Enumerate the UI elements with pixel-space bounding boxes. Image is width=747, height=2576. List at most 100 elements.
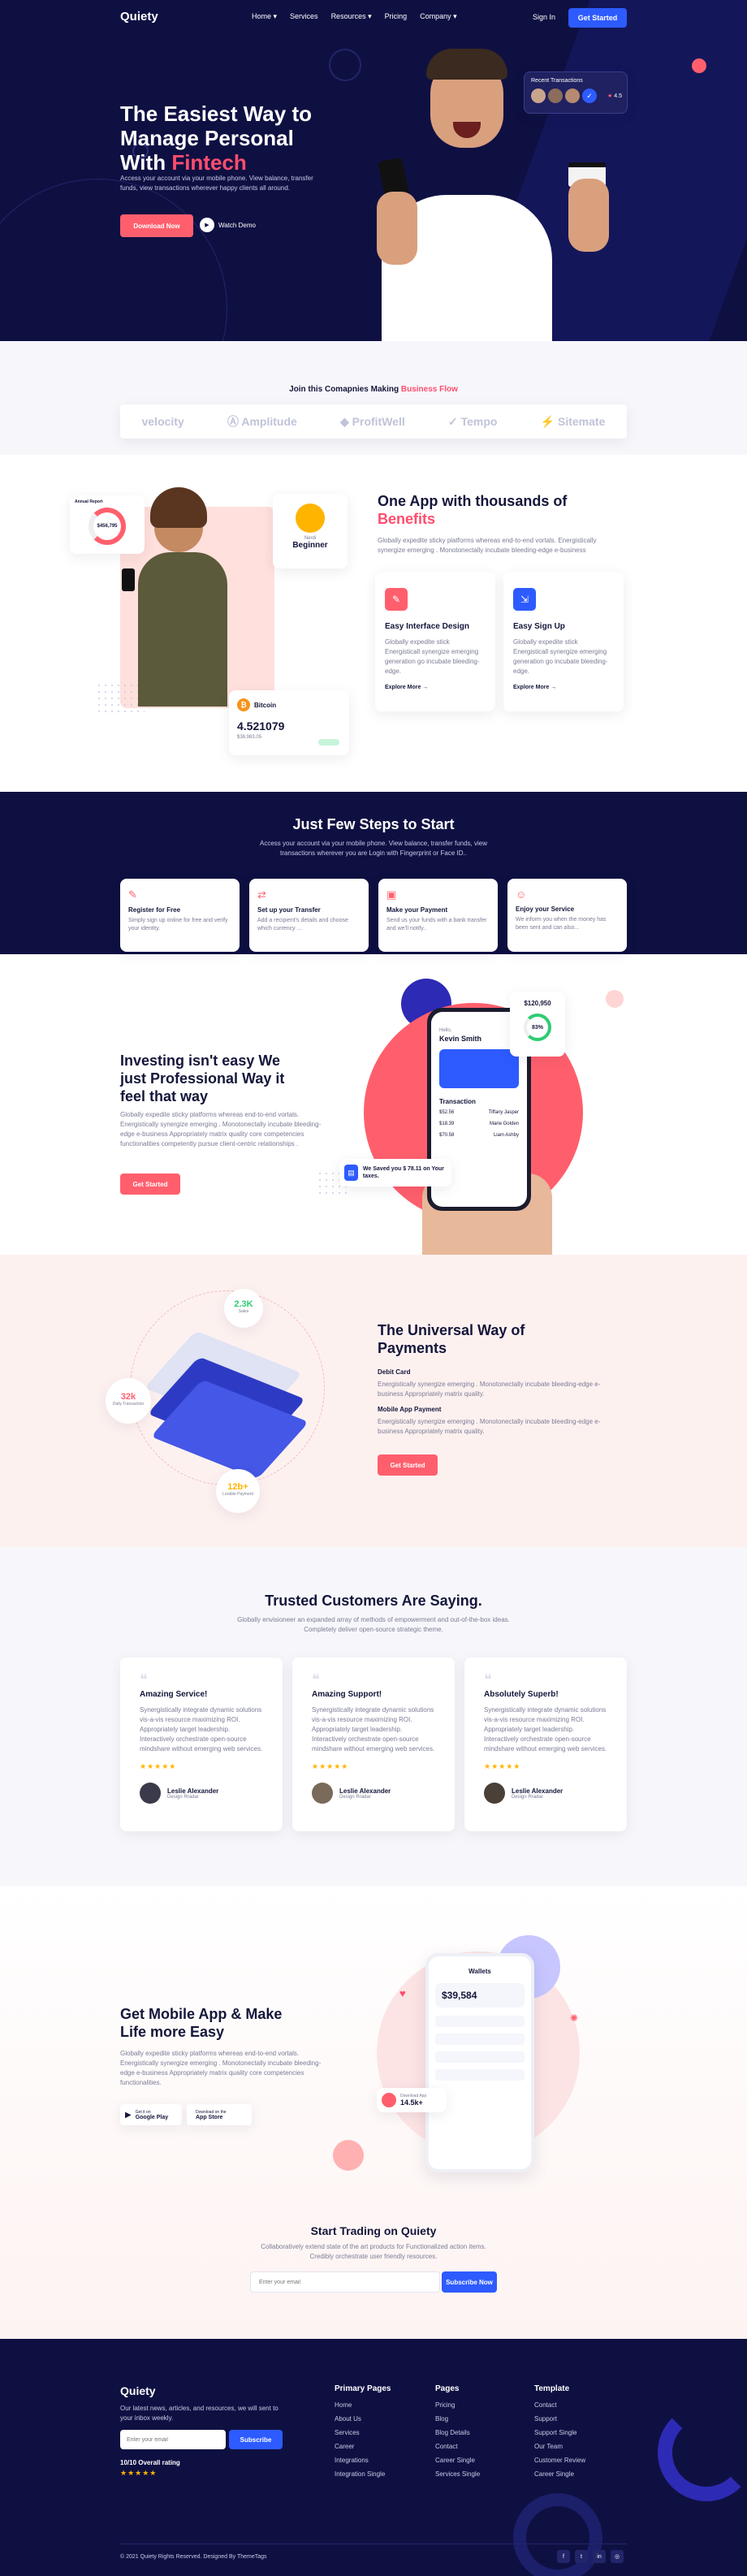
mobile-payment-subtitle: Mobile App Payment bbox=[378, 1406, 442, 1413]
menu-resources[interactable]: Resources ▾ bbox=[331, 12, 372, 21]
avatar bbox=[312, 1783, 333, 1804]
app-store-button[interactable]: Download on the App Store bbox=[187, 2104, 252, 2125]
invest-get-started-button[interactable]: Get Started bbox=[120, 1173, 180, 1195]
twitter-icon[interactable]: t bbox=[575, 2550, 588, 2563]
explore-more-link[interactable]: Explore More → bbox=[513, 685, 614, 690]
payments-get-started-button[interactable]: Get Started bbox=[378, 1454, 438, 1476]
steps-bottom bbox=[0, 954, 747, 979]
woman-hair-illustration bbox=[150, 487, 207, 528]
quote-icon: ❝ bbox=[484, 1671, 492, 1688]
top-nav: Quiety Home ▾ Services Resources ▾ Prici… bbox=[0, 0, 747, 36]
amplitude-logo: Ⓐ Amplitude bbox=[227, 415, 297, 428]
footer-arc-decor bbox=[658, 2404, 747, 2501]
star-icon: ★ bbox=[607, 93, 613, 99]
subscribe-now-button[interactable]: Subscribe Now bbox=[442, 2271, 497, 2293]
footer-link[interactable]: Our Team bbox=[534, 2443, 585, 2450]
bitcoin-card: ₿ Bitcoin 4.521079 $38,983.05 bbox=[229, 690, 349, 755]
feature-title: Easy Interface Design bbox=[385, 622, 469, 631]
footer-link[interactable]: Services Single bbox=[435, 2470, 480, 2478]
bitcoin-icon: ₿ bbox=[237, 698, 250, 711]
rating-badge: ★ 4.5 bbox=[607, 93, 622, 99]
pinwheel-icon: ✺ bbox=[570, 2012, 579, 2024]
debit-card-subtitle: Debit Card bbox=[378, 1368, 411, 1376]
google-play-button[interactable]: ▶ Get it on Google Play bbox=[120, 2104, 182, 2125]
menu-pricing[interactable]: Pricing bbox=[385, 12, 408, 21]
companies-title: Join this Comapnies Making Business Flow bbox=[289, 385, 458, 394]
footer-col-primary: Primary Pages Home About Us Services Car… bbox=[335, 2384, 391, 2484]
overall-rating: 10/10 Overall rating bbox=[120, 2459, 180, 2466]
register-icon: ✎ bbox=[128, 888, 137, 901]
hero-circle-decor bbox=[0, 179, 227, 341]
footer-link[interactable]: Contact bbox=[534, 2401, 585, 2409]
trading-email-input[interactable] bbox=[250, 2271, 440, 2293]
steps-cards-row: ✎ Register for Free Simply sign up onlin… bbox=[120, 879, 627, 952]
transaction-row: $70.58 Liam Ashby bbox=[439, 1133, 519, 1138]
phone-illustration bbox=[122, 568, 135, 591]
testimonial-card: ❝ Amazing Support! Synergistically integ… bbox=[292, 1658, 455, 1831]
quote-icon: ❝ bbox=[312, 1671, 320, 1688]
footer-link[interactable]: Customer Review bbox=[534, 2457, 585, 2464]
pink-circle-decor bbox=[333, 2140, 364, 2171]
velocity-logo: velocity bbox=[141, 415, 184, 428]
tempo-logo: ✓ Tempo bbox=[447, 414, 498, 428]
footer-link[interactable]: Home bbox=[335, 2401, 391, 2409]
get-started-button[interactable]: Get Started bbox=[568, 8, 627, 28]
author-role: Design Rradar bbox=[339, 1794, 371, 1800]
author-role: Design Rradar bbox=[167, 1794, 199, 1800]
footer-link[interactable]: Blog Details bbox=[435, 2429, 480, 2436]
feature-desc: Globally expedite stick Energisticall sy… bbox=[513, 638, 608, 675]
footer-link[interactable]: Support Single bbox=[534, 2429, 585, 2436]
coin-name: Bitcoin bbox=[254, 701, 277, 709]
level-card: Nerdi Beginner bbox=[273, 494, 348, 568]
footer-description: Our latest news, articles, and resources… bbox=[120, 2405, 279, 2422]
dots-decor bbox=[96, 682, 145, 715]
saved-note: We Saved you $ 78.11 on Your taxes. bbox=[362, 1166, 444, 1179]
watch-demo-button[interactable]: ▶ Watch Demo bbox=[200, 218, 256, 232]
wallet-row bbox=[435, 2034, 525, 2045]
sign-in-link[interactable]: Sign In bbox=[533, 13, 555, 21]
footer-link[interactable]: Support bbox=[534, 2415, 585, 2423]
hero-ring-decor bbox=[329, 49, 361, 81]
social-links: f t in ◎ bbox=[557, 2550, 624, 2563]
testimonial-title: Amazing Support! bbox=[312, 1690, 382, 1699]
step-desc: We inform you when the money has been se… bbox=[516, 917, 607, 931]
footer-link[interactable]: Contact bbox=[435, 2443, 480, 2450]
footer-link[interactable]: Pricing bbox=[435, 2401, 480, 2409]
author-name: Leslie Alexander bbox=[167, 1787, 219, 1795]
person-arm-left bbox=[377, 192, 417, 265]
testimonial-card: ❝ Amazing Service! Synergistically integ… bbox=[120, 1658, 283, 1831]
download-now-button[interactable]: Download Now bbox=[120, 214, 193, 237]
payments-section: 2.3K Sales 32k Daily Transaction 12b+ Lo… bbox=[0, 1255, 747, 1547]
hero-description: Access your account via your mobile phon… bbox=[120, 175, 313, 192]
footer-link[interactable]: Career Single bbox=[534, 2470, 585, 2478]
footer-link[interactable]: Career Single bbox=[435, 2457, 480, 2464]
instagram-icon[interactable]: ◎ bbox=[611, 2550, 624, 2563]
step-card: ▣ Make your Payment Send us your funds w… bbox=[378, 879, 498, 952]
footer-logo[interactable]: Quiety bbox=[120, 2384, 156, 2397]
person-arm-right bbox=[568, 179, 609, 252]
step-title: Enjoy your Service bbox=[516, 905, 575, 913]
phone-card bbox=[439, 1049, 519, 1088]
menu-services[interactable]: Services bbox=[290, 12, 318, 21]
avatar bbox=[140, 1783, 161, 1804]
footer-subscribe-button[interactable]: Subscribe bbox=[229, 2430, 283, 2449]
sitemate-logo: ⚡ Sitemate bbox=[540, 414, 606, 428]
wallet-row bbox=[435, 2069, 525, 2081]
footer-email-input[interactable] bbox=[120, 2430, 226, 2449]
feature-card: ⇲ Easy Sign Up Globally expedite stick E… bbox=[503, 572, 624, 711]
menu-home[interactable]: Home ▾ bbox=[252, 12, 277, 21]
facebook-icon[interactable]: f bbox=[557, 2550, 570, 2563]
explore-more-link[interactable]: Explore More → bbox=[385, 685, 486, 690]
footer-link[interactable]: Blog bbox=[435, 2415, 480, 2423]
footer-link[interactable]: About Us bbox=[335, 2415, 391, 2423]
footer-link[interactable]: Career bbox=[335, 2443, 391, 2450]
footer-link[interactable]: Services bbox=[335, 2429, 391, 2436]
step-desc: Send us your funds with a bank transfer … bbox=[386, 918, 487, 931]
linkedin-icon[interactable]: in bbox=[593, 2550, 606, 2563]
footer-link[interactable]: Integrations bbox=[335, 2457, 391, 2464]
wallet-row bbox=[435, 2051, 525, 2063]
footer-link[interactable]: Integration Single bbox=[335, 2470, 391, 2478]
menu-company[interactable]: Company ▾ bbox=[420, 12, 457, 21]
logo[interactable]: Quiety bbox=[120, 10, 158, 24]
service-icon: ☺ bbox=[516, 888, 527, 901]
